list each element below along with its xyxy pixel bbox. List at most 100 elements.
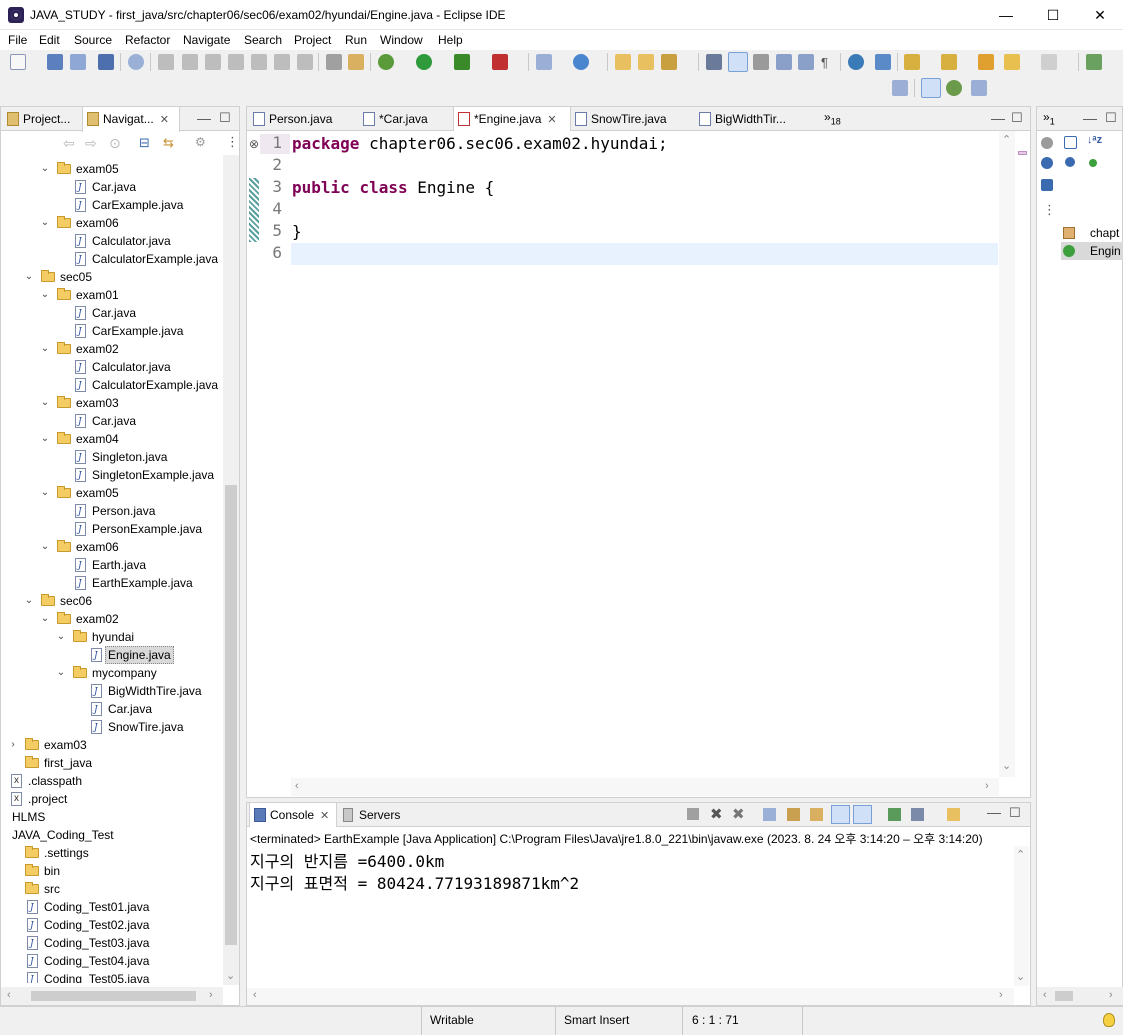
skip-breakpoints-icon[interactable] [128, 54, 144, 70]
sync-icon[interactable] [1041, 137, 1053, 149]
menu-source[interactable]: Source [74, 33, 112, 47]
menu-file[interactable]: File [8, 33, 27, 47]
open-type-icon[interactable] [615, 54, 631, 70]
display-selected-console-icon[interactable] [911, 808, 924, 821]
tree-item-file[interactable]: Person.java [1, 502, 223, 521]
step-into-icon[interactable] [251, 54, 267, 70]
close-icon[interactable]: ✕ [547, 114, 556, 126]
tab-console[interactable]: Console ✕ [249, 803, 337, 828]
tree-item-folder[interactable]: ⌄ sec05 [1, 268, 223, 286]
outline-tab-overflow[interactable]: »1 [1043, 110, 1055, 126]
external-tools-icon[interactable] [492, 54, 508, 70]
chevron-down-icon[interactable]: ⌄ [39, 160, 51, 178]
tree-item-file[interactable]: EarthExample.java [1, 574, 223, 593]
lightbulb-icon[interactable] [1103, 1013, 1115, 1027]
menu-run[interactable]: Run [345, 33, 367, 47]
tab-engine-java[interactable]: *Engine.java ✕ [453, 107, 571, 132]
scroll-right-icon[interactable]: › [999, 989, 1003, 1001]
tree-hscroll-thumb[interactable] [31, 991, 196, 1001]
scroll-right-icon[interactable]: › [985, 780, 989, 792]
tree-item-file[interactable]: SingletonExample.java [1, 466, 223, 485]
link-with-editor-icon[interactable]: ⇆ [163, 135, 174, 151]
collapse-all-icon[interactable]: ⊟ [139, 135, 150, 151]
chevron-down-icon[interactable]: ⌄ [39, 538, 51, 556]
chevron-down-icon[interactable]: ⌄ [39, 286, 51, 304]
close-icon[interactable]: ✕ [160, 114, 169, 126]
scroll-up-icon[interactable]: ⌃ [1002, 133, 1011, 146]
minimize-view-icon[interactable]: — [987, 804, 1001, 820]
forward-arrow-icon[interactable]: ⇨ [85, 135, 97, 152]
outline-hscrollbar[interactable]: ‹ › [1037, 987, 1123, 1005]
resource-perspective-icon[interactable] [971, 80, 987, 96]
pin-console-icon[interactable] [888, 808, 901, 821]
tree-item-folder[interactable]: ⌄ exam03 [1, 394, 223, 412]
chevron-down-icon[interactable]: ⌄ [23, 268, 35, 286]
chevron-down-icon[interactable]: ⌄ [39, 340, 51, 358]
tree-item[interactable]: HLMS [1, 808, 223, 826]
scroll-down-icon[interactable]: ⌄ [1002, 759, 1011, 772]
tree-item-folder[interactable]: ⌄ mycompany [1, 664, 223, 682]
tree-item-file[interactable]: SnowTire.java [1, 718, 223, 737]
tree-item-folder[interactable]: ⌄ exam05 [1, 484, 223, 502]
resume-icon[interactable] [158, 54, 174, 70]
globe-icon[interactable] [848, 54, 864, 70]
menu-refactor[interactable]: Refactor [125, 33, 170, 47]
chevron-down-icon[interactable]: ⌄ [39, 484, 51, 502]
toggle-word-wrap-icon[interactable] [798, 54, 814, 70]
tab-car-java[interactable]: *Car.java [359, 107, 428, 131]
scroll-down-icon[interactable]: ⌄ [226, 969, 235, 982]
tree-item[interactable]: JAVA_Coding_Test [1, 826, 223, 844]
tree-item-folder[interactable]: first_java [1, 754, 223, 772]
chevron-down-icon[interactable]: ⌄ [55, 628, 67, 646]
tree-scroll-thumb[interactable] [225, 485, 237, 945]
chevron-down-icon[interactable]: ⌄ [23, 592, 35, 610]
outline-hscroll-thumb[interactable] [1055, 991, 1073, 1001]
overview-ruler[interactable] [1016, 131, 1030, 777]
java-perspective-icon[interactable] [921, 78, 941, 98]
debug-perspective-icon[interactable] [946, 80, 962, 96]
tab-person-java[interactable]: Person.java [249, 107, 332, 131]
tree-item[interactable]: .classpath [1, 772, 223, 790]
tree-item-file[interactable]: Calculator.java [1, 232, 223, 251]
up-icon[interactable]: ⊙ [109, 135, 121, 152]
step-return-icon[interactable] [297, 54, 313, 70]
menu-project[interactable]: Project [294, 33, 331, 47]
error-marker-icon[interactable]: ⊗ [249, 137, 259, 151]
tab-navigator[interactable]: Navigat... ✕ [82, 107, 180, 132]
menu-edit[interactable]: Edit [39, 33, 60, 47]
terminate-icon[interactable] [205, 54, 221, 70]
tree-item-folder[interactable]: ⌄ exam01 [1, 286, 223, 304]
remove-launch-icon[interactable]: ✖ [710, 805, 723, 823]
drop-to-frame-icon[interactable] [326, 54, 342, 70]
close-icon[interactable]: ✕ [320, 810, 329, 822]
tree-item-file[interactable]: CalculatorExample.java [1, 250, 223, 269]
back-arrow-icon[interactable]: ⇦ [63, 135, 75, 152]
tab-overflow-button[interactable]: »18 [824, 110, 841, 126]
scroll-right-icon[interactable]: › [209, 989, 213, 1001]
toggle-block-selection-icon[interactable] [753, 54, 769, 70]
tree-item-folder[interactable]: ⌄ exam02 [1, 340, 223, 358]
maximize-view-icon[interactable]: ☐ [1009, 805, 1021, 821]
hide-non-public-icon[interactable] [1089, 159, 1097, 167]
tree-item-file[interactable]: CarExample.java [1, 196, 223, 215]
tree-item-folder[interactable]: .settings [1, 844, 223, 862]
tree-item-folder[interactable]: › exam03 [1, 736, 223, 754]
console-icon[interactable] [98, 54, 114, 70]
tree-item-file[interactable]: Singleton.java [1, 448, 223, 467]
maximize-view-icon[interactable]: ☐ [219, 110, 231, 126]
console-hscrollbar[interactable]: ‹ › [247, 988, 1014, 1005]
tree-item-folder[interactable]: ⌄ exam06 [1, 214, 223, 232]
tree-item-file[interactable]: Earth.java [1, 556, 223, 575]
back-icon[interactable] [1004, 54, 1020, 70]
tree-item-file[interactable]: Car.java [1, 178, 223, 197]
toggle-mark-occurrences-icon[interactable] [728, 52, 748, 72]
chevron-down-icon[interactable]: ⌄ [39, 610, 51, 628]
minimize-view-icon[interactable]: — [1083, 110, 1097, 126]
menu-navigate[interactable]: Navigate [183, 33, 230, 47]
pilcrow-icon[interactable]: ¶ [821, 56, 831, 70]
chevron-down-icon[interactable]: ⌄ [39, 394, 51, 412]
remove-all-terminated-icon[interactable]: ✖ [732, 805, 745, 823]
toggle-ant-icon[interactable] [706, 54, 722, 70]
tree-item-file[interactable]: CalculatorExample.java [1, 376, 223, 395]
tree-item-file[interactable]: PersonExample.java [1, 520, 223, 539]
